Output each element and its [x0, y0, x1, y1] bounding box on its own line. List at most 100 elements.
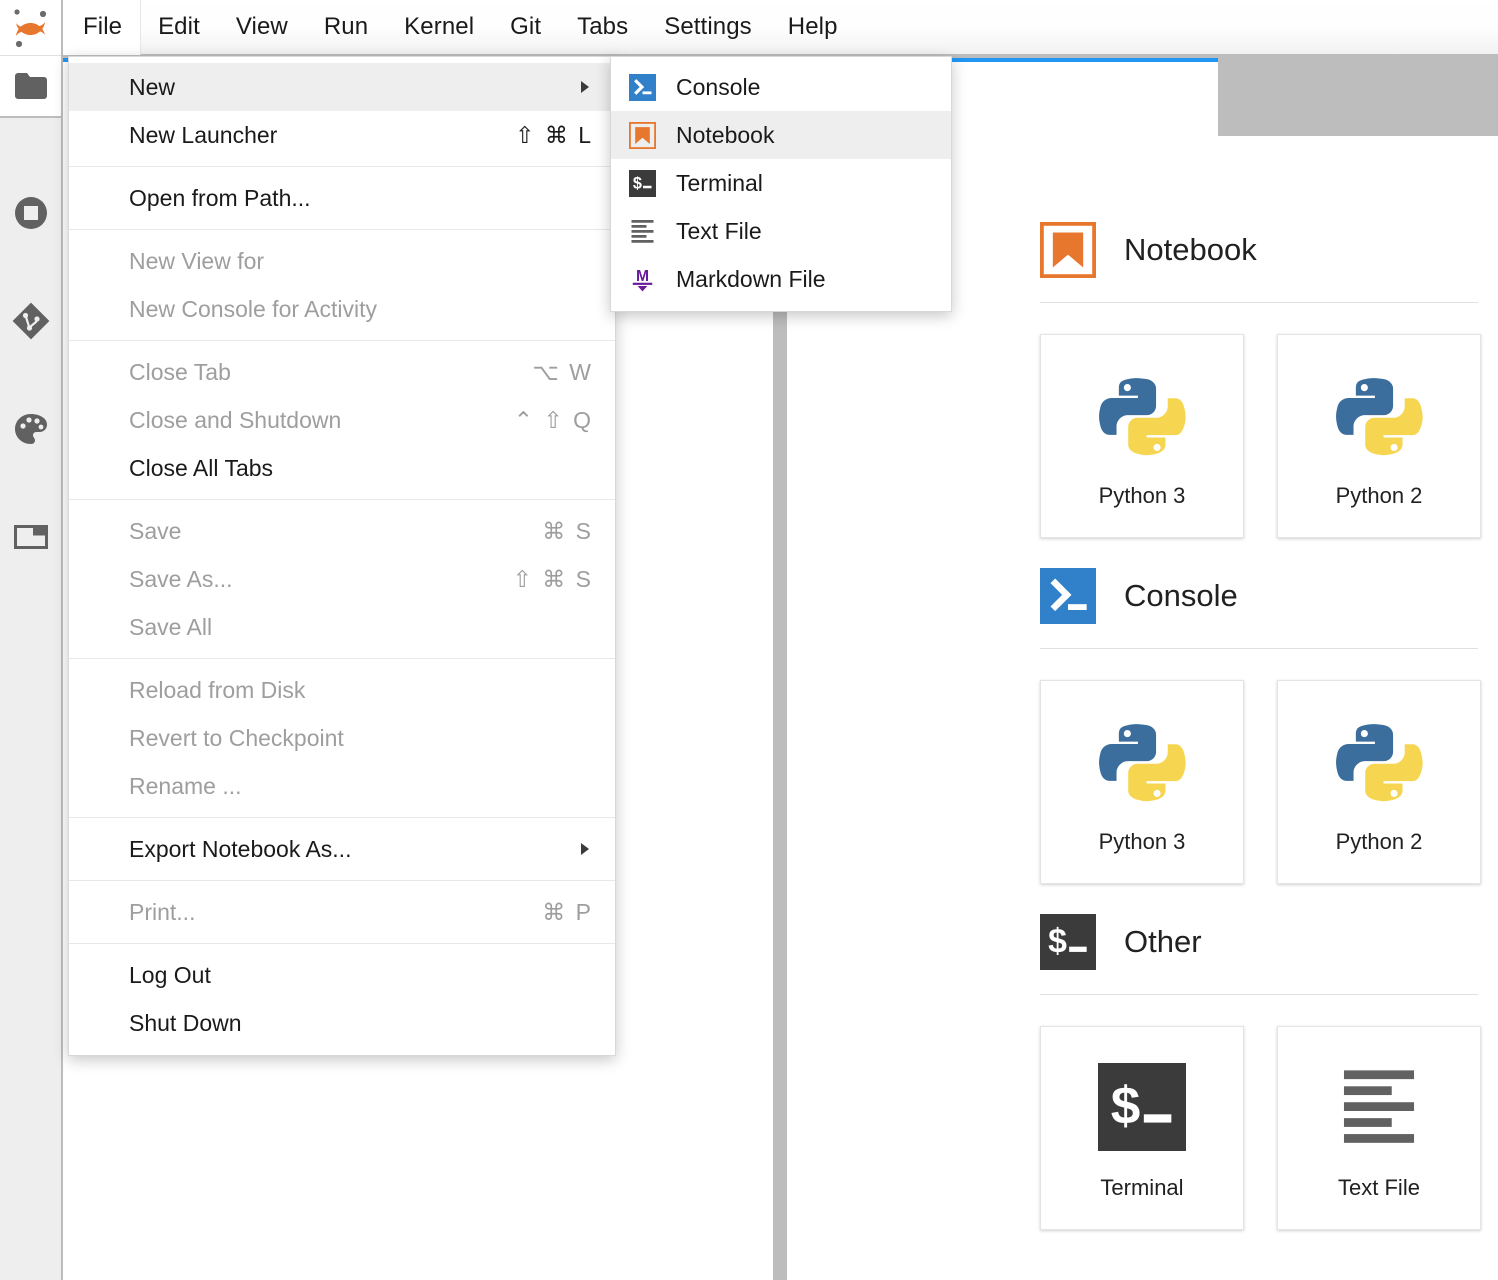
git-icon: [12, 302, 50, 340]
menubar-item-git[interactable]: Git: [492, 0, 559, 55]
menu-item-label: Shut Down: [129, 1010, 593, 1037]
menu-item-label: Save: [129, 518, 542, 545]
launcher-card-terminal[interactable]: Terminal: [1040, 1026, 1244, 1230]
menu-item-save-as: Save As... ⇧ ⌘ S: [69, 555, 615, 603]
launcher-section-other: Other Terminal Te: [1040, 914, 1486, 1230]
menu-item-save: Save ⌘ S: [69, 507, 615, 555]
card-label: Terminal: [1100, 1175, 1183, 1201]
submenu-item-markdown-file[interactable]: Markdown File: [611, 255, 951, 303]
card-label: Python 2: [1336, 483, 1423, 509]
menu-separator: [69, 943, 615, 944]
markdown-icon: [629, 266, 656, 293]
submenu-item-label: Console: [676, 74, 760, 101]
menu-item-label: Export Notebook As...: [129, 836, 593, 863]
menu-item-label: New Console for Activity: [129, 296, 593, 323]
menubar-item-kernel[interactable]: Kernel: [386, 0, 492, 55]
menu-separator: [69, 817, 615, 818]
new-submenu: Console Notebook Terminal Text File Mark…: [610, 56, 952, 312]
menu-item-reload-from-disk: Reload from Disk: [69, 666, 615, 714]
notebook-icon: [1040, 222, 1096, 278]
menu-item-shortcut: ⌃ ⇧ Q: [514, 407, 593, 434]
section-title: Notebook: [1124, 232, 1257, 268]
jupyter-logo-icon: [12, 6, 50, 50]
chevron-right-icon: [581, 843, 589, 855]
sidebar-item-extension-manager[interactable]: [0, 398, 61, 460]
launcher-card-console-python3[interactable]: Python 3: [1040, 680, 1244, 884]
menu-item-save-all: Save All: [69, 603, 615, 651]
card-label: Python 3: [1099, 829, 1186, 855]
menubar-item-edit[interactable]: Edit: [140, 0, 218, 55]
menu-separator: [69, 340, 615, 341]
menu-item-label: Open from Path...: [129, 185, 593, 212]
launcher-card-console-python2[interactable]: Python 2: [1277, 680, 1481, 884]
launcher-card-notebook-python2[interactable]: Python 2: [1277, 334, 1481, 538]
menu-item-new-launcher[interactable]: New Launcher ⇧ ⌘ L: [69, 111, 615, 159]
menubar-item-run[interactable]: Run: [306, 0, 386, 55]
menubar-item-tabs[interactable]: Tabs: [559, 0, 646, 55]
submenu-item-label: Notebook: [676, 122, 774, 149]
launcher-card-notebook-python3[interactable]: Python 3: [1040, 334, 1244, 538]
menu-item-shortcut: ⌘ S: [542, 518, 593, 545]
python-logo-icon: [1092, 711, 1192, 811]
left-activity-bar: [0, 0, 63, 1280]
menubar-item-view[interactable]: View: [218, 0, 306, 55]
menu-separator: [69, 499, 615, 500]
submenu-item-text-file[interactable]: Text File: [611, 207, 951, 255]
card-icon: [1092, 361, 1192, 469]
menu-item-revert-to-checkpoint: Revert to Checkpoint: [69, 714, 615, 762]
menu-item-rename: Rename ...: [69, 762, 615, 810]
menu-item-shortcut: ⇧ ⌘ S: [513, 566, 593, 593]
menu-item-close-and-shutdown: Close and Shutdown ⌃ ⇧ Q: [69, 396, 615, 444]
menu-item-label: Revert to Checkpoint: [129, 725, 593, 752]
menubar-item-help[interactable]: Help: [770, 0, 856, 55]
menu-item-label: Save As...: [129, 566, 513, 593]
menu-item-open-from-path[interactable]: Open from Path...: [69, 174, 615, 222]
menu-item-label: Close Tab: [129, 359, 532, 386]
launcher-card-text-file[interactable]: Text File: [1277, 1026, 1481, 1230]
launcher-section-notebook: Notebook Python 3: [1040, 222, 1486, 538]
card-icon: [1336, 1053, 1422, 1161]
menu-item-shut-down[interactable]: Shut Down: [69, 999, 615, 1047]
section-title: Other: [1124, 924, 1202, 960]
menu-item-close-tab: Close Tab ⌥ W: [69, 348, 615, 396]
main-menu-bar: File Edit View Run Kernel Git Tabs Setti…: [63, 0, 1498, 56]
sidebar-item-git[interactable]: [0, 290, 61, 352]
menu-item-label: New: [129, 74, 593, 101]
menu-item-new[interactable]: New: [69, 63, 615, 111]
section-header: Notebook: [1040, 222, 1478, 303]
text-file-icon: [629, 218, 656, 245]
card-list: Terminal Text File: [1040, 995, 1486, 1230]
submenu-item-console[interactable]: Console: [611, 63, 951, 111]
card-icon: [1092, 707, 1192, 815]
card-icon: [1329, 361, 1429, 469]
menu-item-label: Save All: [129, 614, 593, 641]
card-label: Python 3: [1099, 483, 1186, 509]
menu-separator: [69, 166, 615, 167]
sidebar-item-running[interactable]: [0, 182, 61, 244]
menu-item-export-notebook-as[interactable]: Export Notebook As...: [69, 825, 615, 873]
text-file-icon: [1336, 1064, 1422, 1150]
menu-item-shortcut: ⌘ P: [542, 899, 593, 926]
menubar-item-file[interactable]: File: [63, 0, 140, 55]
sidebar-item-file-browser[interactable]: [0, 56, 61, 118]
stop-circle-icon: [14, 196, 48, 230]
section-header: Other: [1040, 914, 1478, 995]
submenu-item-terminal[interactable]: Terminal: [611, 159, 951, 207]
submenu-item-label: Markdown File: [676, 266, 826, 293]
menubar-item-settings[interactable]: Settings: [646, 0, 770, 55]
menu-item-log-out[interactable]: Log Out: [69, 951, 615, 999]
menu-item-close-all-tabs[interactable]: Close All Tabs: [69, 444, 615, 492]
menu-item-label: Close and Shutdown: [129, 407, 514, 434]
submenu-item-notebook[interactable]: Notebook: [611, 111, 951, 159]
submenu-item-label: Terminal: [676, 170, 763, 197]
menu-separator: [69, 229, 615, 230]
python-logo-icon: [1329, 365, 1429, 465]
card-icon: [1098, 1053, 1186, 1161]
card-icon: [1329, 707, 1429, 815]
menu-item-label: New Launcher: [129, 122, 515, 149]
menu-item-label: Rename ...: [129, 773, 593, 800]
sidebar-item-open-tabs[interactable]: [0, 506, 61, 568]
console-icon: [1040, 568, 1096, 624]
menu-item-new-console-for-activity: New Console for Activity: [69, 285, 615, 333]
menu-item-label: New View for: [129, 248, 593, 275]
